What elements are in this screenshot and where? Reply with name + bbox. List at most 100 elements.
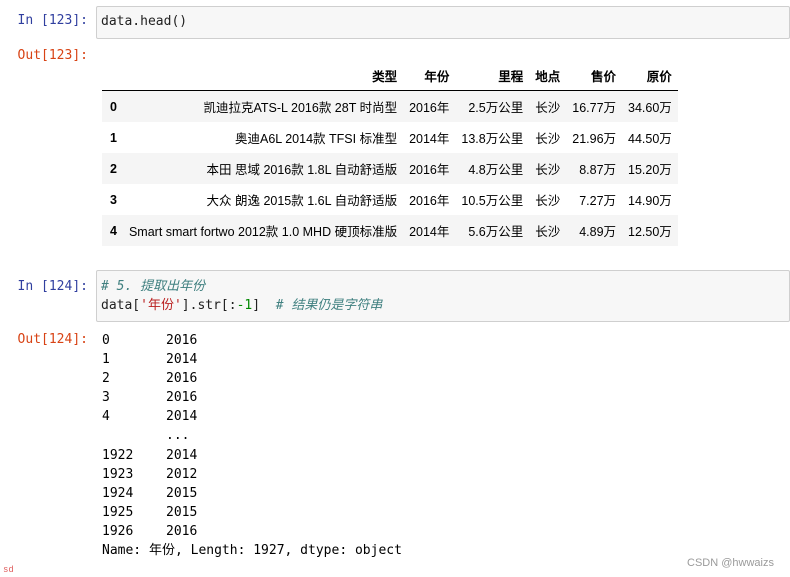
series-row: 2 2016: [102, 369, 402, 388]
series-value: 2014: [166, 447, 198, 463]
cell-original-price: 15.20万: [628, 163, 672, 177]
column-header-index: [102, 60, 123, 91]
series-value: 2016: [166, 390, 198, 406]
cell-type: 凯迪拉克ATS-L 2016款 28T 时尚型: [203, 101, 398, 115]
code-token: data[: [101, 298, 141, 313]
cell-mileage: 4.8万公里: [468, 163, 524, 177]
cell-year: 2016年: [409, 101, 450, 115]
series-value: 2016: [166, 333, 198, 348]
code-comment: # 5. 提取出年份: [101, 279, 206, 294]
cell-location: 长沙: [535, 132, 561, 146]
cell-mileage: 10.5万公里: [461, 194, 524, 208]
series-row: 4 2014: [102, 407, 402, 426]
row-index: 1: [110, 130, 117, 145]
table-row: 2 本田 思域 2016款 1.8L 自动舒适版 2016年 4.8万公里 长沙…: [102, 153, 678, 184]
cell-year: 2014年: [409, 132, 450, 146]
series-output: 0 2016 1 2014 2 2016 3 2016 4 2014 ... 1922 20…: [102, 331, 402, 560]
cell-2-code-line-2: data['年份'].str[:-1] # 结果仍是字符串: [101, 296, 785, 315]
code-spacing: [260, 298, 276, 313]
series-row: 1923 2012: [102, 465, 402, 484]
cell-location: 长沙: [535, 194, 561, 208]
series-index: 3: [102, 390, 110, 406]
table-row: 1 奥迪A6L 2014款 TFSI 标准型 2014年 13.8万公里 长沙 …: [102, 122, 678, 153]
cell-1-output-prompt: Out[123]:: [17, 48, 88, 63]
cell-original-price: 44.50万: [628, 132, 672, 146]
dataframe-table: 类型 年份 里程 地点 售价 原价 0 凯迪拉克ATS-L 2016款 28T …: [102, 60, 678, 246]
table-row: 0 凯迪拉克ATS-L 2016款 28T 时尚型 2016年 2.5万公里 长…: [102, 90, 678, 122]
cell-price: 7.27万: [579, 194, 617, 208]
column-header-original-price: 原价: [622, 60, 678, 91]
cell-price: 16.77万: [572, 101, 617, 115]
series-index: 0: [102, 333, 110, 348]
series-footer: Name: 年份, Length: 1927, dtype: object: [102, 543, 402, 559]
series-row: 1 2014: [102, 350, 402, 369]
code-comment: # 结果仍是字符串: [275, 298, 383, 313]
cell-year: 2016年: [409, 194, 450, 208]
series-index: 1925: [102, 504, 134, 520]
series-index: 2: [102, 371, 110, 387]
series-value: 2014: [166, 409, 198, 425]
cell-mileage: 13.8万公里: [461, 132, 524, 146]
cell-type: Smart smart fortwo 2012款 1.0 MHD 硬顶标准版: [128, 225, 398, 239]
cell-mileage: 2.5万公里: [468, 101, 524, 115]
series-value: 2016: [166, 371, 198, 387]
series-value: 2016: [166, 523, 198, 539]
cell-original-price: 34.60万: [628, 101, 672, 115]
cell-price: 4.89万: [579, 225, 617, 239]
column-header-location: 地点: [529, 60, 567, 91]
series-row: 1922 2014: [102, 446, 402, 465]
row-index: 0: [110, 99, 117, 114]
row-index: 4: [110, 223, 117, 238]
series-index: 4: [102, 409, 110, 425]
series-row: 3 2016: [102, 388, 402, 407]
cell-price: 8.87万: [579, 163, 617, 177]
corner-mark: sd: [3, 565, 14, 575]
series-row: 1926 2016: [102, 522, 402, 541]
series-value: 2015: [166, 504, 198, 520]
cell-mileage: 5.6万公里: [468, 225, 524, 239]
cell-2-output-prompt: Out[124]:: [17, 332, 88, 347]
cell-original-price: 14.90万: [628, 194, 672, 208]
series-row: 0 2016: [102, 331, 402, 350]
table-row: 4 Smart smart fortwo 2012款 1.0 MHD 硬顶标准版…: [102, 215, 678, 246]
code-string: '年份': [140, 298, 182, 313]
cell-location: 长沙: [535, 163, 561, 177]
csdn-watermark: CSDN @hwwaizs: [687, 557, 774, 569]
table-header-row: 类型 年份 里程 地点 售价 原价: [102, 60, 678, 91]
column-header-year: 年份: [403, 60, 456, 91]
column-header-type: 类型: [122, 60, 404, 91]
code-token: ].str[:: [181, 298, 237, 313]
series-value: 2015: [166, 485, 198, 501]
cell-type: 大众 朗逸 2015款 1.6L 自动舒适版: [206, 194, 398, 208]
row-index: 2: [110, 161, 117, 176]
row-index: 3: [110, 192, 117, 207]
cell-type: 奥迪A6L 2014款 TFSI 标准型: [234, 132, 398, 146]
series-value: 2014: [166, 352, 198, 368]
cell-year: 2014年: [409, 225, 450, 239]
cell-2-input-prompt: In [124]:: [17, 279, 88, 294]
series-row: 1925 2015: [102, 503, 402, 522]
series-index: 1924: [102, 485, 134, 501]
cell-location: 长沙: [535, 101, 561, 115]
code-token: ]: [252, 298, 261, 313]
cell-1-code-editor[interactable]: data.head(): [96, 6, 790, 39]
table-row: 3 大众 朗逸 2015款 1.6L 自动舒适版 2016年 10.5万公里 长…: [102, 184, 678, 215]
series-value: 2012: [166, 466, 198, 482]
column-header-mileage: 里程: [455, 60, 530, 91]
series-row: 1924 2015: [102, 484, 402, 503]
series-index: 1923: [102, 466, 134, 482]
cell-1-code: data.head(): [101, 14, 188, 29]
series-index: 1922: [102, 447, 134, 463]
cell-location: 长沙: [535, 225, 561, 239]
cell-original-price: 12.50万: [628, 225, 672, 239]
column-header-price: 售价: [566, 60, 623, 91]
series-index: 1926: [102, 523, 134, 539]
cell-year: 2016年: [409, 163, 450, 177]
cell-2-code-line-1: # 5. 提取出年份: [101, 277, 785, 296]
code-number: -1: [236, 298, 253, 313]
cell-type: 本田 思域 2016款 1.8L 自动舒适版: [206, 163, 398, 177]
cell-2-code-editor[interactable]: # 5. 提取出年份 data['年份'].str[:-1] # 结果仍是字符串: [96, 270, 790, 322]
series-index: 1: [102, 352, 110, 368]
cell-1-input-prompt: In [123]:: [17, 13, 88, 28]
series-ellipsis: ...: [166, 428, 190, 444]
